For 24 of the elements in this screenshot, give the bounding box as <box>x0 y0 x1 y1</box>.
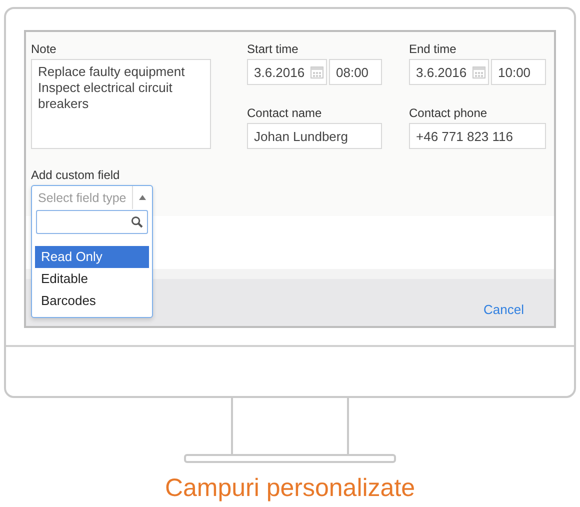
dropdown-option[interactable]: Read Only <box>35 246 149 268</box>
dropdown-option[interactable]: Barcodes <box>35 290 149 312</box>
time-label: Start time <box>247 41 300 57</box>
time-field[interactable]: 08:00 <box>329 59 382 85</box>
contact-field[interactable]: +46 771 823 116 <box>409 123 546 149</box>
date-field[interactable]: 3.6.2016 <box>409 59 489 85</box>
note-label: Note <box>31 41 58 57</box>
search-field[interactable] <box>36 210 148 234</box>
contact-label: Contact phone <box>409 105 488 121</box>
select-placeholder: Select field type <box>37 190 128 204</box>
date-field[interactable]: 3.6.2016 <box>247 59 327 85</box>
calendar-icon[interactable] <box>472 65 486 79</box>
caption: Campuri personalizate <box>164 474 416 503</box>
note-field[interactable]: Replace faulty equipment Inspect electrical circuit breakers <box>31 59 211 149</box>
time-label: End time <box>409 41 458 57</box>
calendar-icon[interactable] <box>310 65 324 79</box>
contact-field[interactable]: Johan Lundberg <box>247 123 382 149</box>
search-icon[interactable] <box>131 216 143 228</box>
time-field[interactable]: 10:00 <box>491 59 546 85</box>
custom-field-label: Add custom field <box>31 167 121 183</box>
contact-label: Contact name <box>247 105 323 121</box>
field-type-dropdown[interactable]: Select field type Read Only Editable Barcodes <box>31 185 153 318</box>
caret-icon[interactable] <box>139 195 146 200</box>
dropdown-option[interactable]: Editable <box>35 268 149 290</box>
